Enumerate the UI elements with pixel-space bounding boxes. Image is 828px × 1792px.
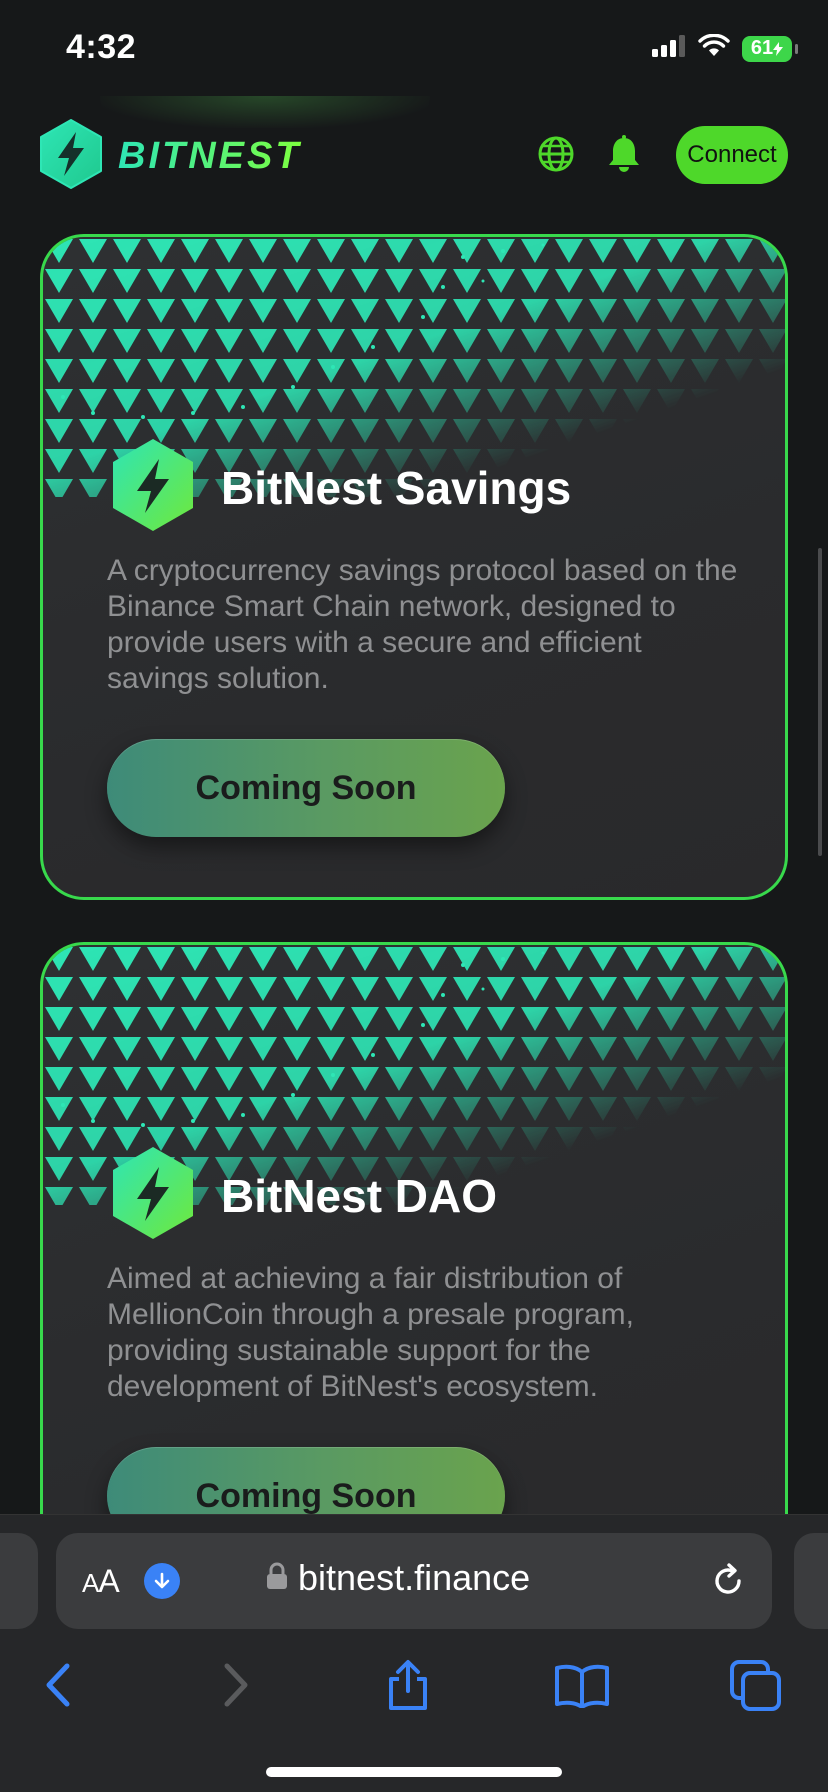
battery-icon: 61 bbox=[742, 35, 798, 62]
bitnest-logo[interactable]: BITNEST bbox=[38, 118, 302, 195]
card-savings: BitNest Savings A cryptocurrency savings… bbox=[40, 234, 788, 900]
bookmarks-icon[interactable] bbox=[552, 1655, 612, 1715]
browser-toolbar: AA bitnest.finance bbox=[0, 1514, 828, 1792]
previous-tab-peek[interactable] bbox=[0, 1533, 38, 1629]
status-time: 4:32 bbox=[66, 28, 137, 66]
card-title-row: BitNest DAO bbox=[109, 1145, 497, 1246]
wifi-icon bbox=[698, 33, 730, 63]
page-settings-button[interactable]: AA bbox=[82, 1563, 120, 1600]
bitnest-hex-icon bbox=[109, 1145, 197, 1246]
bitnest-hex-icon bbox=[109, 437, 197, 538]
navigation-toolbar bbox=[0, 1655, 828, 1725]
logo-text: BITNEST bbox=[118, 135, 302, 177]
lock-icon bbox=[266, 1562, 288, 1595]
reload-icon[interactable] bbox=[708, 1561, 748, 1601]
signal-icon bbox=[652, 35, 686, 62]
home-indicator[interactable] bbox=[266, 1767, 562, 1777]
aa-large: A bbox=[98, 1563, 119, 1599]
coming-soon-button[interactable]: Coming Soon bbox=[107, 739, 505, 837]
url-text: bitnest.finance bbox=[298, 1557, 531, 1598]
card-title-row: BitNest Savings bbox=[109, 437, 571, 538]
globe-icon[interactable] bbox=[536, 134, 576, 174]
download-icon[interactable] bbox=[144, 1563, 180, 1599]
aa-small: A bbox=[82, 1568, 99, 1598]
url-display[interactable]: bitnest.finance bbox=[266, 1557, 530, 1599]
site-header: BITNEST Connect bbox=[0, 96, 828, 210]
tabs-icon[interactable] bbox=[726, 1655, 786, 1715]
status-icons: 61 bbox=[652, 33, 798, 63]
address-bar[interactable]: AA bitnest.finance bbox=[56, 1533, 772, 1629]
status-bar: 4:32 61 bbox=[0, 0, 828, 96]
card-description: A cryptocurrency savings protocol based … bbox=[107, 554, 738, 695]
back-icon[interactable] bbox=[28, 1655, 88, 1715]
battery-level: 61 bbox=[750, 37, 774, 59]
bell-icon[interactable] bbox=[604, 134, 644, 174]
share-icon[interactable] bbox=[378, 1655, 438, 1715]
bitnest-logo-icon bbox=[38, 118, 104, 195]
card-title: BitNest Savings bbox=[221, 461, 572, 514]
scroll-indicator[interactable] bbox=[818, 548, 822, 856]
card-description: Aimed at achieving a fair distribution o… bbox=[107, 1262, 634, 1403]
next-tab-peek[interactable] bbox=[794, 1533, 828, 1629]
card-title: BitNest DAO bbox=[221, 1169, 498, 1222]
charging-bolt-icon bbox=[773, 41, 784, 56]
connect-button[interactable]: Connect bbox=[676, 126, 788, 184]
forward-icon[interactable] bbox=[206, 1655, 266, 1715]
